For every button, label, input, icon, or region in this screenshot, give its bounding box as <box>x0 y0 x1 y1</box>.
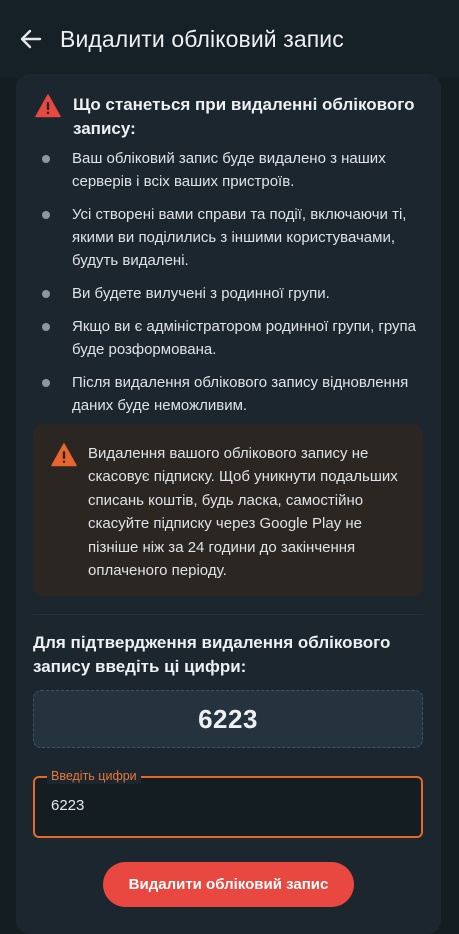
consequences-list: Ваш обліковий запис буде видалено з наши… <box>42 147 422 427</box>
code-input-field[interactable]: Введіть цифри <box>33 768 423 838</box>
arrow-left-icon <box>20 29 42 49</box>
list-item: Після видалення облікового запису віднов… <box>42 371 422 417</box>
app-bar: Видалити обліковий запис <box>0 0 459 78</box>
page-title: Видалити обліковий запис <box>60 25 344 52</box>
content-card: Що станеться при видаленні облікового за… <box>16 74 441 934</box>
list-item: Якщо ви є адміністратором родинної групи… <box>42 315 422 361</box>
divider <box>33 614 423 615</box>
list-item-text: Ваш обліковий запис буде видалено з наши… <box>72 150 386 190</box>
confirmation-code: 6223 <box>33 690 423 748</box>
subscription-notice: Видалення вашого облікового запису не ск… <box>33 424 423 596</box>
code-input-label: Введіть цифри <box>47 768 141 784</box>
bullet-dot <box>42 155 50 163</box>
delete-account-button[interactable]: Видалити обліковий запис <box>103 862 354 907</box>
bullet-dot <box>42 290 50 298</box>
warning-title: Що станеться при видаленні облікового за… <box>73 95 415 138</box>
list-item: Ваш обліковий запис буде видалено з наши… <box>42 147 422 193</box>
list-item: Ви будете вилучені з родинної групи. <box>42 282 422 305</box>
bullet-dot <box>42 211 50 219</box>
warning-triangle-icon <box>51 443 77 467</box>
list-item-text: Після видалення облікового запису віднов… <box>72 374 409 414</box>
code-input[interactable] <box>51 797 391 814</box>
back-button[interactable] <box>16 24 46 54</box>
bullet-dot <box>42 379 50 387</box>
list-item-text: Ви будете вилучені з родинної групи. <box>72 285 330 302</box>
bullet-dot <box>42 323 50 331</box>
warning-triangle-icon <box>35 94 61 118</box>
list-item-text: Усі створені вами справи та події, включ… <box>72 206 407 269</box>
confirm-instructions: Для підтвердження видалення облікового з… <box>33 633 391 676</box>
notice-text: Видалення вашого облікового запису не ск… <box>88 445 398 580</box>
list-item: Усі створені вами справи та події, включ… <box>42 203 422 272</box>
warning-header: Що станеться при видаленні облікового за… <box>35 93 425 141</box>
list-item-text: Якщо ви є адміністратором родинної групи… <box>72 318 417 358</box>
